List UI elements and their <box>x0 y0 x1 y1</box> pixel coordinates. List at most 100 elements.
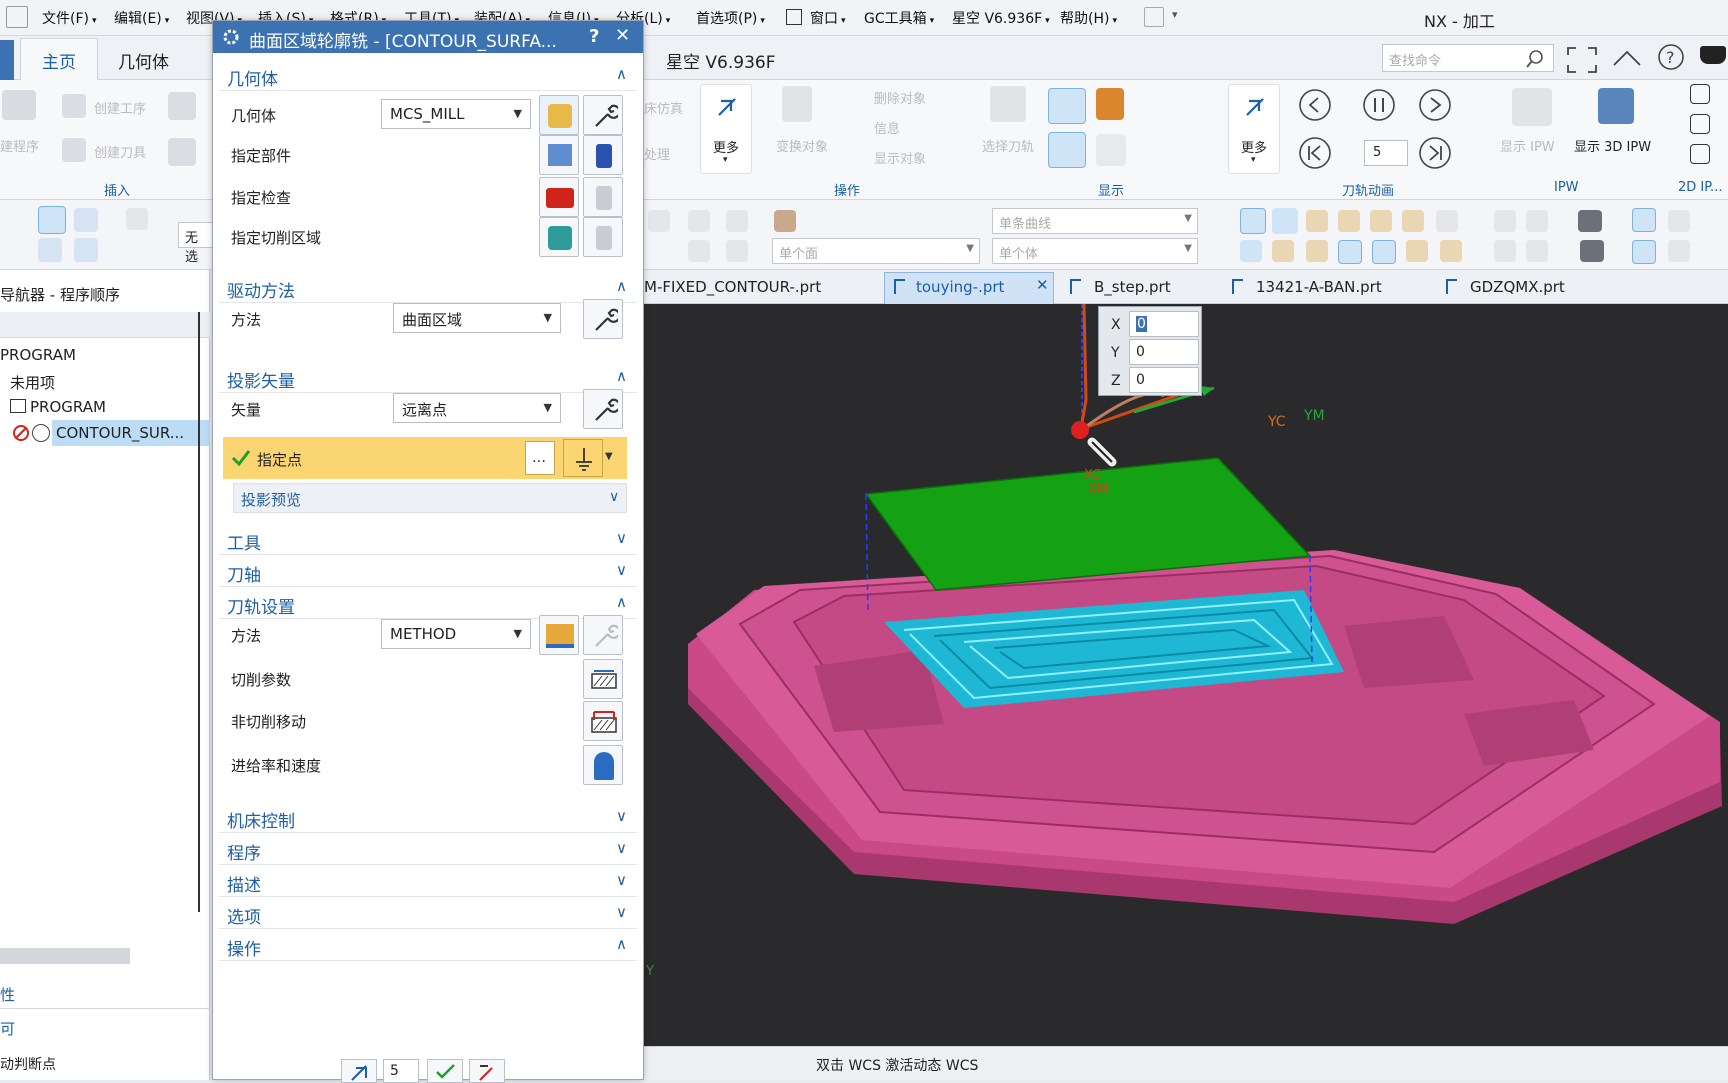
app-icon[interactable] <box>6 6 28 28</box>
section-description[interactable]: 描述 ∨ <box>219 865 637 897</box>
view-icon-2[interactable] <box>1526 210 1548 232</box>
graphics-viewport[interactable]: X 0 Y 0 Z 0 YC YM XC XM Y <box>644 304 1728 1046</box>
curve-rule-select[interactable]: 单条曲线 ▼ <box>992 208 1198 234</box>
ipw2d-icon-3[interactable] <box>1690 144 1710 164</box>
close-tab-icon[interactable]: ✕ <box>1036 276 1049 294</box>
show-part-button[interactable] <box>583 135 623 175</box>
process-label[interactable]: 处理 <box>644 144 670 163</box>
path-method-select[interactable]: METHOD ▼ <box>381 619 531 649</box>
menu-xingkong[interactable]: 星空 V6.936F ▾ <box>952 8 1050 28</box>
file-tab-fixed-contour[interactable]: M-FIXED_CONTOUR-.prt <box>644 278 821 296</box>
wcs-origin-handle[interactable] <box>1071 421 1089 439</box>
wcs-icon[interactable] <box>1632 208 1656 232</box>
snap-end-icon[interactable] <box>1338 210 1360 232</box>
drive-method-select[interactable]: 曲面区域 ▼ <box>393 303 561 333</box>
prev-icon[interactable] <box>1298 88 1332 122</box>
snap-tangent-icon[interactable] <box>1402 210 1424 232</box>
menu-window[interactable]: 窗口 ▾ <box>810 8 846 28</box>
edit-method-button[interactable] <box>583 615 623 655</box>
file-tab-13421[interactable]: 13421-A-BAN.prt <box>1256 278 1382 296</box>
menu-help[interactable]: 帮助(H) ▾ <box>1060 8 1117 28</box>
edit-geometry-button[interactable] <box>583 95 623 135</box>
search-icon[interactable] <box>1524 48 1546 70</box>
dialog-title-bar[interactable]: 曲面区域轮廓铣 - [CONTOUR_SURFA... ? ✕ <box>213 21 643 53</box>
snap-row2-icon-4[interactable] <box>1338 240 1362 264</box>
specify-check-button[interactable] <box>539 177 579 217</box>
create-procedure-icon[interactable] <box>62 94 86 118</box>
visibility-icon[interactable] <box>1632 240 1656 264</box>
transform-icon[interactable] <box>782 86 812 122</box>
show-3d-ipw-label[interactable]: 显示 3D IPW <box>1574 136 1651 155</box>
ipw2d-icon-2[interactable] <box>1690 114 1710 134</box>
delete-object-label[interactable]: 删除对象 <box>874 88 926 107</box>
speed-stepper[interactable]: 5 <box>1364 140 1408 166</box>
tab-geometry[interactable]: 几何体 <box>118 48 169 73</box>
cube-icon[interactable] <box>774 210 796 232</box>
snap-icon-4[interactable] <box>688 240 710 262</box>
tab-home[interactable]: 主页 <box>42 48 76 73</box>
machine-sim-label[interactable]: 床仿真 <box>644 98 683 117</box>
replay-count-field[interactable]: 5 <box>383 1059 419 1083</box>
view-icon-1[interactable] <box>1494 210 1516 232</box>
section-actions[interactable]: 操作 ∧ <box>219 929 637 961</box>
x-input[interactable]: 0 <box>1129 311 1199 337</box>
generate-button[interactable] <box>341 1059 377 1083</box>
snap-icon-1[interactable] <box>648 210 670 232</box>
verify-button[interactable] <box>427 1059 463 1083</box>
file-tab-touying[interactable]: touying-.prt <box>916 278 1004 296</box>
feeds-speeds-button[interactable] <box>583 745 623 785</box>
filter-icon[interactable] <box>126 208 148 230</box>
section-projection-vector[interactable]: 投影矢量 ∧ <box>219 361 637 393</box>
tool-display-icon[interactable] <box>1096 88 1124 120</box>
snap-line-icon[interactable] <box>1272 208 1298 234</box>
section-options[interactable]: 选项 ∨ <box>219 897 637 929</box>
section-geometry[interactable]: 几何体 ∧ <box>219 59 637 91</box>
fullscreen-icon[interactable] <box>1566 46 1598 74</box>
snap-icon-3[interactable] <box>726 210 748 232</box>
save-icon[interactable] <box>1144 7 1164 27</box>
pause-icon[interactable] <box>1362 88 1396 122</box>
new-method-button[interactable] <box>539 615 579 655</box>
cut-params-button[interactable] <box>583 659 623 699</box>
specify-part-button[interactable] <box>539 135 579 175</box>
nav-view-method-icon[interactable] <box>74 238 98 262</box>
menu-edit[interactable]: 编辑(E) ▾ <box>114 8 169 28</box>
snap-row2-icon-1[interactable] <box>1240 240 1262 262</box>
create-tool-label[interactable]: 创建刀具 <box>94 142 146 161</box>
edit-drive-button[interactable] <box>583 299 623 339</box>
inferred-point-button[interactable] <box>563 439 603 477</box>
noncut-moves-button[interactable] <box>583 701 623 741</box>
snap-face-icon[interactable] <box>1436 210 1458 232</box>
geometry-select[interactable]: MCS_MILL ▼ <box>381 99 531 129</box>
snap-circle-icon[interactable] <box>1370 210 1392 232</box>
snap-center-icon[interactable] <box>1240 208 1266 234</box>
tab-xingkong[interactable]: 星空 V6.936F <box>666 48 775 73</box>
transform-label[interactable]: 变换对象 <box>776 136 828 155</box>
create-geometry-icon[interactable] <box>168 92 196 120</box>
nav-view-machine-icon[interactable] <box>74 208 98 232</box>
play-icon[interactable] <box>1418 88 1452 122</box>
snap-icon-2[interactable] <box>688 210 710 232</box>
section-tool[interactable]: 工具 ∨ <box>219 523 637 555</box>
noncut-display-icon[interactable] <box>1048 132 1086 168</box>
layer-icon[interactable] <box>1668 210 1690 232</box>
show-ipw-icon[interactable] <box>1512 88 1552 126</box>
y-input[interactable]: 0 <box>1129 339 1199 365</box>
snap-mid-icon[interactable] <box>1306 210 1328 232</box>
select-toolpath-label[interactable]: 选择刀轨 <box>982 136 1034 155</box>
create-procedure-label[interactable]: 创建工序 <box>94 98 146 117</box>
section-tool-axis[interactable]: 刀轴 ∨ <box>219 555 637 587</box>
tree-row-unused[interactable]: 未用项 <box>0 368 200 394</box>
file-tab-edge[interactable] <box>0 40 14 80</box>
z-input[interactable]: 0 <box>1129 367 1199 393</box>
list-button[interactable] <box>469 1059 505 1083</box>
view-icon-4[interactable] <box>1526 240 1548 262</box>
vector-select[interactable]: 远离点 ▼ <box>393 393 561 423</box>
cut-region-display-icon[interactable] <box>1048 88 1086 124</box>
show-cut-area-button[interactable] <box>583 217 623 257</box>
create-tool-icon[interactable] <box>62 138 86 162</box>
shaded-cube-icon[interactable] <box>1580 240 1604 262</box>
show-check-button[interactable] <box>583 177 623 217</box>
graduation-cap-icon[interactable] <box>1700 46 1726 64</box>
nav-view-program-icon[interactable] <box>38 206 66 234</box>
